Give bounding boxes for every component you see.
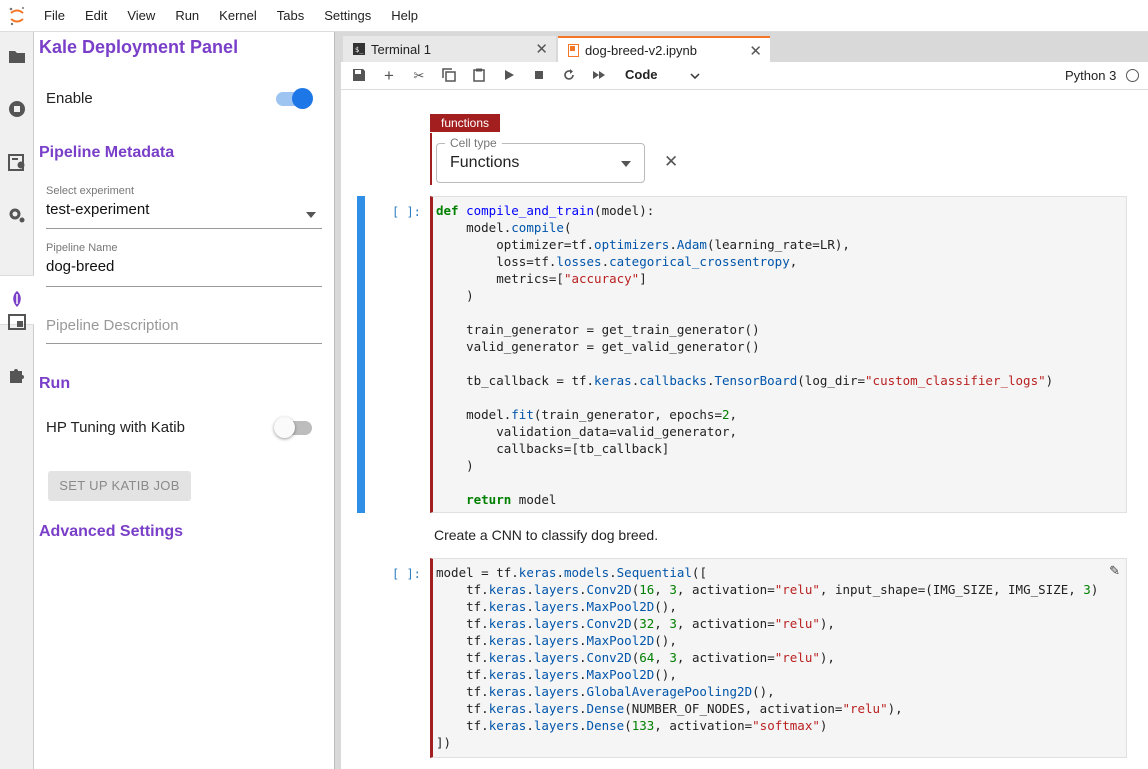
save-icon[interactable] [351, 68, 367, 84]
kernel-name[interactable]: Python 3 [1065, 68, 1116, 83]
folder-icon[interactable] [7, 46, 27, 66]
notebook-toolbar: + ✂ Code Python 3 [341, 62, 1148, 90]
gear-icon[interactable] [7, 205, 27, 225]
pencil-edit-icon[interactable]: ✎ [1109, 563, 1120, 579]
cell-prompt: [ ]: [392, 567, 421, 581]
kale-deployment-panel: Kale Deployment Panel Enable Pipeline Me… [34, 32, 335, 769]
close-icon[interactable]: ✕ [535, 40, 548, 58]
run-icon[interactable] [501, 68, 517, 84]
experiment-label: Select experiment [46, 185, 135, 197]
experiment-value: test-experiment [46, 201, 150, 218]
panel-title: Kale Deployment Panel [39, 37, 239, 57]
notebook-icon [568, 43, 579, 57]
cut-icon[interactable]: ✂ [411, 68, 427, 84]
notebook-area: functions Cell type Functions ✕ [ ]: def… [341, 90, 1148, 769]
menubar: File Edit View Run Kernel Tabs Settings … [0, 0, 1148, 32]
window-icon[interactable] [7, 312, 27, 332]
tab-bar: $_ Terminal 1 ✕ dog-breed-v2.ipynb ✕ [341, 32, 1148, 62]
cell-tag-functions[interactable]: functions [430, 114, 501, 132]
stop-circle-icon[interactable] [7, 99, 27, 119]
chevron-down-icon [690, 73, 700, 79]
menu-view[interactable]: View [117, 0, 165, 32]
menu-kernel[interactable]: Kernel [209, 0, 267, 32]
menu-tabs[interactable]: Tabs [267, 0, 314, 32]
code-cell-model[interactable]: ✎ model = tf.keras.models.Sequential([ t… [430, 558, 1127, 758]
menu-run[interactable]: Run [165, 0, 209, 32]
pipeline-name-label: Pipeline Name [46, 242, 118, 254]
hp-tuning-toggle[interactable] [274, 417, 312, 438]
setup-katib-job-button[interactable]: SET UP KATIB JOB [48, 471, 191, 501]
kale-icon[interactable] [7, 289, 27, 309]
menu-edit[interactable]: Edit [75, 0, 117, 32]
menu-file[interactable]: File [34, 0, 75, 32]
menu-help[interactable]: Help [381, 0, 428, 32]
hp-tuning-label: HP Tuning with Katib [46, 419, 185, 436]
close-icon[interactable]: ✕ [664, 152, 678, 172]
run-heading: Run [39, 375, 71, 392]
cell-prompt: [ ]: [392, 205, 421, 219]
tab-terminal[interactable]: $_ Terminal 1 ✕ [343, 36, 556, 62]
extension-puzzle-icon[interactable] [7, 365, 27, 385]
code-editor[interactable]: model = tf.keras.models.Sequential([ tf.… [436, 564, 1098, 751]
left-activity-bar [0, 32, 35, 769]
pipeline-name-field[interactable]: Pipeline Name dog-breed [46, 242, 322, 287]
fast-forward-icon[interactable] [591, 68, 607, 84]
pipeline-name-value: dog-breed [46, 258, 115, 275]
enable-toggle[interactable] [276, 88, 313, 109]
select-experiment-dropdown[interactable]: Select experiment test-experiment [46, 185, 322, 229]
tab-terminal-label: Terminal 1 [371, 41, 431, 57]
cell-type-label: Cell type [445, 136, 502, 150]
tab-notebook[interactable]: dog-breed-v2.ipynb ✕ [558, 36, 770, 62]
close-icon[interactable]: ✕ [749, 42, 762, 60]
markdown-cell[interactable]: Create a CNN to classify dog breed. [434, 527, 658, 543]
paste-icon[interactable] [471, 68, 487, 84]
cell-type-select[interactable]: Code [625, 67, 658, 82]
svg-text:$_: $_ [355, 46, 364, 54]
stop-icon[interactable] [531, 68, 547, 84]
advanced-settings-heading[interactable]: Advanced Settings [39, 523, 183, 541]
terminal-icon: $_ [353, 43, 365, 55]
property-inspector-icon[interactable] [7, 152, 27, 172]
enable-label: Enable [46, 90, 93, 107]
pipeline-description-field[interactable]: Pipeline Description [46, 317, 322, 344]
chevron-down-icon [306, 212, 316, 218]
code-editor[interactable]: def compile_and_train(model): model.comp… [436, 202, 1053, 508]
cell-type-value: Functions [450, 154, 520, 171]
copy-icon[interactable] [441, 68, 457, 84]
restart-icon[interactable] [561, 68, 577, 84]
jupyter-logo-icon [0, 0, 34, 32]
active-cell-indicator [357, 196, 365, 513]
kernel-status-icon [1126, 69, 1139, 82]
chevron-down-icon [621, 161, 631, 167]
tag-accent-line [430, 133, 432, 185]
cell-type-dropdown[interactable]: Cell type Functions [436, 136, 645, 183]
pipeline-description-placeholder: Pipeline Description [46, 317, 179, 334]
tab-notebook-label: dog-breed-v2.ipynb [585, 42, 698, 58]
add-cell-icon[interactable]: + [381, 67, 397, 84]
code-cell-compile-and-train[interactable]: def compile_and_train(model): model.comp… [430, 196, 1127, 513]
pipeline-metadata-heading: Pipeline Metadata [39, 144, 175, 161]
menu-settings[interactable]: Settings [314, 0, 381, 32]
